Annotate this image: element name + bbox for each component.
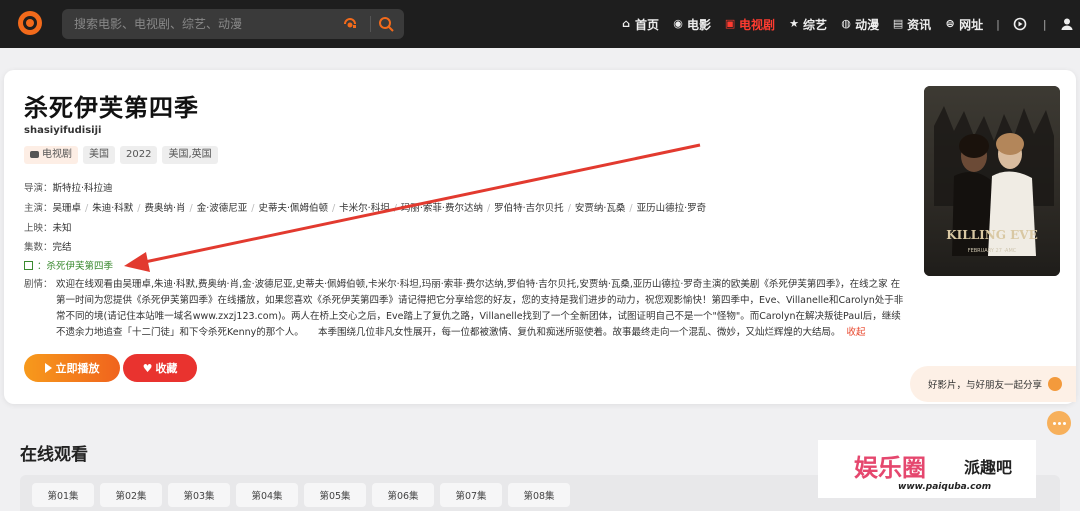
- smile-icon: [1048, 377, 1063, 391]
- home-icon: ⌂: [622, 17, 630, 30]
- poster-artwork: KILLING EVE FEBRUARY 27 ·AMC: [924, 86, 1060, 276]
- tv-icon: ▣: [724, 17, 736, 30]
- director-label: 导演：: [24, 183, 53, 194]
- search-input[interactable]: [74, 14, 324, 34]
- nav-label: 网址: [959, 17, 984, 32]
- svg-text:KILLING EVE: KILLING EVE: [946, 228, 1038, 242]
- top-nav-bar: ⌂ 首页 ◉ 电影 ▣电视剧 ★ 综艺 ◍ 动漫 ▤资讯 ⊜ 网址 | |: [0, 0, 1080, 48]
- episode-button[interactable]: 第03集: [168, 483, 230, 507]
- nav-label: 资讯: [907, 17, 932, 32]
- tag-language[interactable]: 美国,英国: [162, 146, 218, 164]
- voice-search-icon[interactable]: [342, 16, 358, 32]
- watermark-overlay: 娱乐圈 派趣吧 www.paiquba.com: [818, 440, 1036, 498]
- more-options-button[interactable]: [1047, 411, 1071, 435]
- search-bar: [62, 9, 404, 39]
- cast-member[interactable]: 亚历山德拉·罗奇: [637, 203, 707, 214]
- play-icon: [44, 363, 52, 373]
- share-bar[interactable]: 好影片，与好朋友一起分享: [910, 366, 1076, 402]
- nav-item-variety[interactable]: ★ 综艺: [788, 16, 827, 33]
- search-icon[interactable]: [377, 15, 395, 33]
- title-link[interactable]: ：杀死伊芙第四季: [37, 261, 113, 272]
- cast-member[interactable]: 吴珊卓: [53, 203, 82, 214]
- director-row: 导演：斯特拉·科拉迪: [24, 180, 113, 194]
- main-nav: ⌂ 首页 ◉ 电影 ▣ 电视剧 ★ 综艺 ◍ 动漫 ▤ 资讯 ⊜ 网址 | |: [620, 0, 1080, 48]
- director-name[interactable]: 斯特拉·科拉迪: [53, 183, 113, 194]
- collapse-link[interactable]: 收起: [847, 327, 866, 338]
- cast-member[interactable]: 卡米尔·科坦: [339, 203, 390, 214]
- plot-text: 欢迎在线观看由吴珊卓,朱迪·科默,费奥纳·肖,金·波德尼亚,史蒂夫·佩姆伯顿,卡…: [56, 279, 904, 338]
- nav-item-news[interactable]: ▤ 资讯: [892, 16, 931, 33]
- nav-label: 电视剧: [739, 17, 776, 32]
- tag-year[interactable]: 2022: [120, 146, 158, 164]
- episode-button[interactable]: 第01集: [32, 483, 94, 507]
- episode-button[interactable]: 第05集: [304, 483, 366, 507]
- title-pinyin: shasiyifudisiji: [24, 125, 102, 136]
- tv-icon: [30, 151, 39, 158]
- nav-item-home[interactable]: ⌂ 首页: [620, 16, 659, 33]
- detail-card: 杀死伊芙第四季 shasiyifudisiji 电视剧 美国 2022 美国,英…: [4, 70, 1076, 404]
- cast-member[interactable]: 朱迪·科默: [92, 203, 133, 214]
- poster-image[interactable]: KILLING EVE FEBRUARY 27 ·AMC: [924, 86, 1060, 276]
- episodes-status: 完结: [52, 242, 72, 253]
- play-now-button[interactable]: 立即播放: [24, 354, 120, 382]
- favorite-label: 收藏: [155, 362, 178, 375]
- user-icon[interactable]: [1060, 17, 1074, 31]
- nav-separator: |: [996, 17, 1000, 31]
- news-icon: ▤: [892, 17, 904, 30]
- episode-button[interactable]: 第07集: [440, 483, 502, 507]
- history-icon[interactable]: [1013, 17, 1027, 31]
- bulb-icon: ◍: [841, 17, 851, 30]
- cast-member[interactable]: 金·波德尼亚: [197, 203, 248, 214]
- cast-member[interactable]: 玛丽·索菲·费尔达纳: [401, 203, 483, 214]
- favorite-button[interactable]: ♥ 收藏: [123, 354, 197, 382]
- watermark-url: www.paiquba.com: [898, 482, 992, 492]
- episode-button[interactable]: 第08集: [508, 483, 570, 507]
- title-link-row[interactable]: ：杀死伊芙第四季: [24, 258, 113, 272]
- nav-item-tv[interactable]: ▣ 电视剧: [724, 16, 775, 33]
- nav-label: 首页: [635, 17, 660, 32]
- tag-type[interactable]: 电视剧: [24, 146, 78, 164]
- tag-region[interactable]: 美国: [83, 146, 115, 164]
- cast-member[interactable]: 罗伯特·吉尔贝托: [494, 203, 564, 214]
- svg-text:FEBRUARY 27 ·AMC: FEBRUARY 27 ·AMC: [968, 248, 1017, 254]
- cast-member[interactable]: 费奥纳·肖: [144, 203, 185, 214]
- plot-summary: 剧情： 欢迎在线观看由吴珊卓,朱迪·科默,费奥纳·肖,金·波德尼亚,史蒂夫·佩姆…: [24, 277, 908, 341]
- play-label: 立即播放: [55, 362, 100, 375]
- nav-item-links[interactable]: ⊜ 网址: [944, 16, 983, 33]
- tag-label: 电视剧: [42, 149, 72, 160]
- share-text: 好影片，与好朋友一起分享: [928, 380, 1043, 391]
- episodes-row: 集数：完结: [24, 239, 72, 253]
- watermark-logo: 娱乐圈: [854, 453, 926, 482]
- nav-label: 动漫: [855, 17, 880, 32]
- release-row: 上映：未知: [24, 220, 72, 234]
- cast-member[interactable]: 安贾纳·瓦桑: [575, 203, 626, 214]
- release-label: 上映：: [24, 223, 53, 234]
- star-icon: ★: [789, 17, 799, 30]
- nav-label: 电影: [687, 17, 712, 32]
- film-reel-icon: ◉: [673, 17, 683, 30]
- nav-label: 综艺: [803, 17, 828, 32]
- watermark-brand: 派趣吧: [964, 458, 1013, 477]
- episode-button[interactable]: 第04集: [236, 483, 298, 507]
- nav-separator: |: [1042, 17, 1047, 31]
- nav-item-movies[interactable]: ◉ 电影: [672, 16, 711, 33]
- cast-member[interactable]: 史蒂夫·佩姆伯顿: [258, 203, 328, 214]
- episodes-label: 集数：: [24, 242, 53, 253]
- search-divider: [370, 16, 371, 32]
- douban-icon: [24, 261, 33, 270]
- cast-row: 主演：吴珊卓 / 朱迪·科默 / 费奥纳·肖 / 金·波德尼亚 / 史蒂夫·佩姆伯顿 / 卡米尔·科…: [24, 203, 707, 214]
- nav-item-anime[interactable]: ◍ 动漫: [840, 16, 879, 33]
- globe-icon: ⊜: [945, 17, 955, 30]
- site-logo[interactable]: [18, 11, 42, 35]
- tag-list: 电视剧 美国 2022 美国,英国: [24, 146, 223, 164]
- plot-label: 剧情：: [24, 279, 53, 290]
- section-title: 在线观看: [20, 445, 88, 465]
- episode-button[interactable]: 第02集: [100, 483, 162, 507]
- heart-icon: ♥: [142, 361, 153, 375]
- episode-button[interactable]: 第06集: [372, 483, 434, 507]
- release-value: 未知: [52, 223, 72, 234]
- cast-label: 主演：: [24, 203, 53, 214]
- page-title: 杀死伊芙第四季: [24, 94, 199, 122]
